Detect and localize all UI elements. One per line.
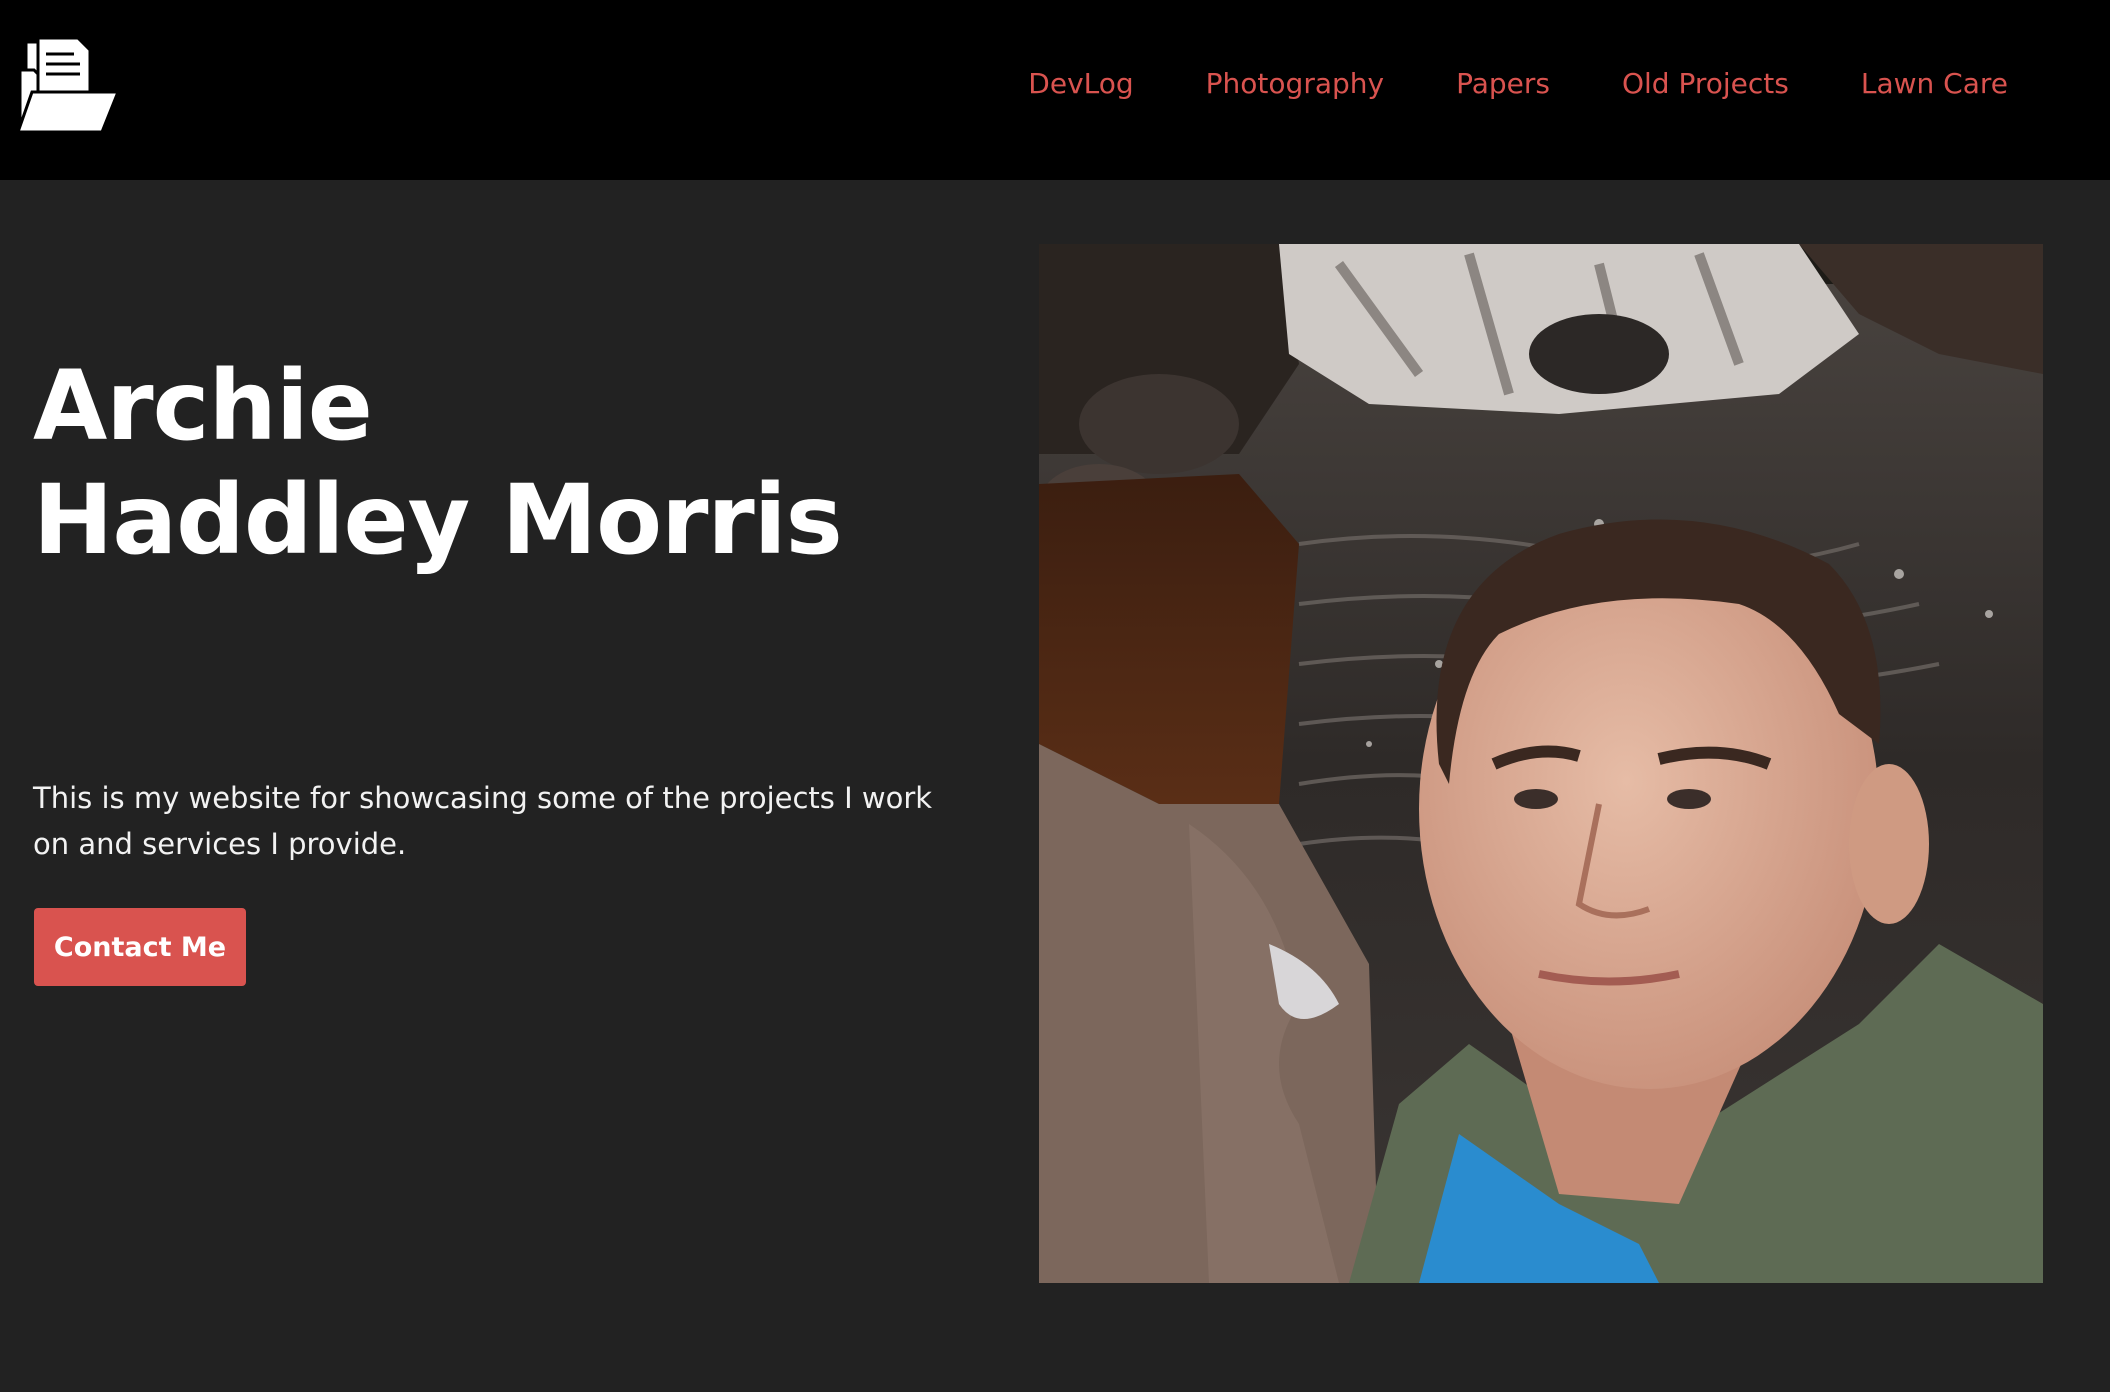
hero-subtitle: This is my website for showcasing some o… bbox=[33, 781, 933, 861]
main-nav: DevLog Photography Papers Old Projects L… bbox=[1028, 0, 2008, 166]
nav-lawn-care[interactable]: Lawn Care bbox=[1861, 67, 2008, 100]
hero-title: Archie Haddley Morris bbox=[33, 349, 843, 577]
contact-me-button[interactable]: Contact Me bbox=[34, 908, 246, 986]
hero-title-first-name: Archie bbox=[33, 350, 373, 462]
nav-papers[interactable]: Papers bbox=[1456, 67, 1550, 100]
hero-title-last-name: Haddley Morris bbox=[33, 464, 843, 576]
folder-document-icon[interactable] bbox=[15, 36, 122, 136]
site-header: DevLog Photography Papers Old Projects L… bbox=[0, 0, 2110, 180]
nav-photography[interactable]: Photography bbox=[1206, 67, 1384, 100]
nav-old-projects[interactable]: Old Projects bbox=[1622, 67, 1789, 100]
profile-photo bbox=[1039, 244, 2043, 1283]
nav-devlog[interactable]: DevLog bbox=[1028, 67, 1133, 100]
